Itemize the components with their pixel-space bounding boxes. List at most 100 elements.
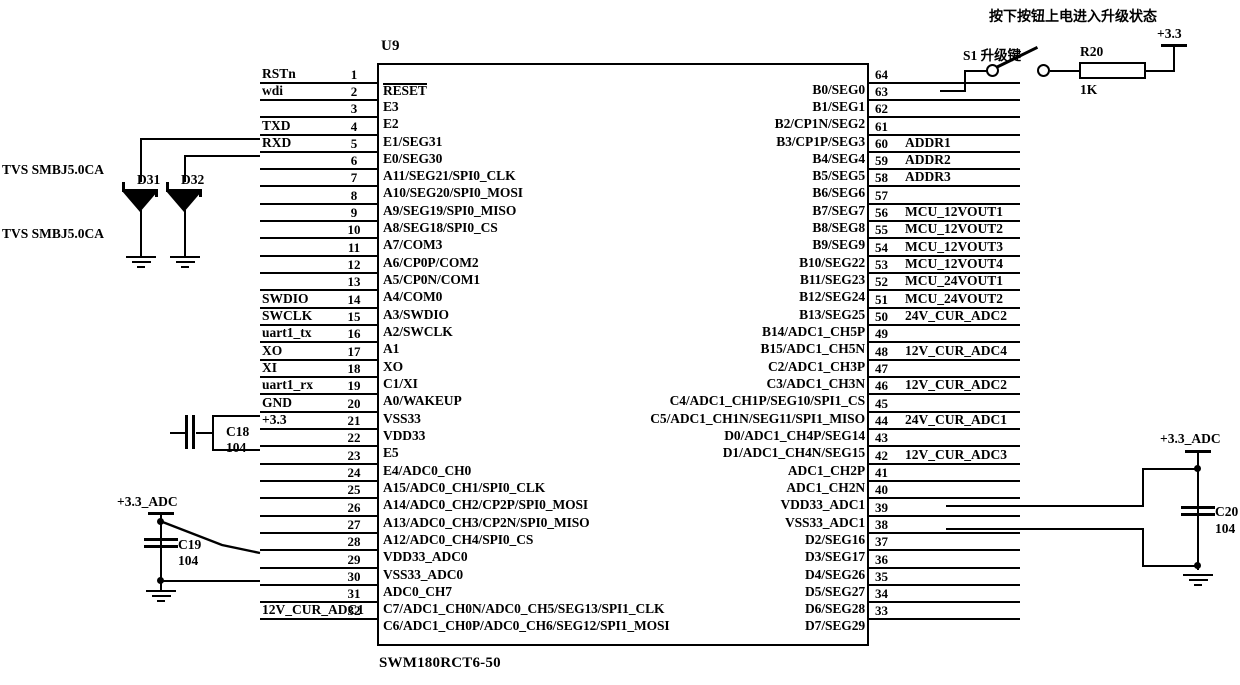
pin-name-54: B10/SEG22 bbox=[799, 254, 865, 270]
pin-number-3: 3 bbox=[350, 101, 358, 117]
wire-pin29-to-gnd bbox=[160, 580, 260, 582]
pin-number-11: 11 bbox=[347, 239, 361, 255]
pin-name-50: B14/ADC1_CH5P bbox=[762, 324, 865, 339]
pin-number-16: 16 bbox=[347, 326, 361, 342]
pin-number-12: 12 bbox=[347, 257, 361, 272]
pin-name-23: E4/ADC0_CH0 bbox=[383, 462, 472, 478]
net-label-addr3: ADDR3 bbox=[905, 169, 951, 185]
pin-name-43: D1/ADC1_CH4N/SEG15 bbox=[722, 445, 865, 461]
pin-name-10: A7/COM3 bbox=[383, 237, 443, 253]
net-label-mcu-12vout4: MCU_12VOUT4 bbox=[905, 256, 1003, 271]
pin-name-18: C1/XI bbox=[383, 375, 418, 391]
net-label-mcu-24vout1: MCU_24VOUT1 bbox=[905, 273, 1003, 289]
pin-number-59: 59 bbox=[875, 153, 888, 169]
pin-number-54: 54 bbox=[875, 239, 888, 255]
pin-name-14: A3/SWDIO bbox=[383, 306, 449, 322]
pin-name-48: C2/ADC1_CH3P bbox=[767, 358, 865, 374]
pin-name-7: A10/SEG20/SPI0_MOSI bbox=[383, 185, 523, 201]
capacitor-c20 bbox=[1181, 506, 1215, 517]
pin-name-58: B6/SEG6 bbox=[812, 185, 865, 201]
net-label-uart1-rx: uart1_rx bbox=[262, 377, 313, 393]
capacitor-c19-ref: C19 bbox=[178, 537, 202, 552]
pin-name-27: A12/ADC0_CH4/SPI0_CS bbox=[383, 531, 534, 547]
net-label-mcu-12vout3: MCU_12VOUT3 bbox=[905, 238, 1003, 254]
pin-name-17: XO bbox=[383, 358, 404, 374]
net-label--3-3: +3.3 bbox=[262, 411, 287, 427]
schematic-canvas: 按下按钮上电进入升级状态 U9 SWM180RCT6-50 1 RSTn RESET… bbox=[0, 0, 1240, 685]
power-label-vcc33-adc-right: +3.3_ADC bbox=[1160, 431, 1221, 446]
pin-name-63: B1/SEG1 bbox=[812, 98, 865, 114]
tvs-d31-value-label: TVS SMBJ5.0CA bbox=[2, 162, 105, 177]
net-label-xo: XO bbox=[262, 342, 283, 358]
wire-pin64-riser bbox=[964, 70, 966, 92]
wire-c18-left-lead bbox=[170, 432, 186, 434]
pin-number-50: 50 bbox=[875, 309, 888, 324]
pin-number-52: 52 bbox=[875, 274, 888, 290]
pin-name-61: B3/CP1P/SEG3 bbox=[776, 133, 865, 149]
pin-name-32: C6/ADC1_CH0P/ADC0_CH6/SEG12/SPI1_MOSI bbox=[383, 618, 670, 634]
pin-name-39: VSS33_ADC1 bbox=[784, 514, 865, 530]
net-label-12v-cur-adc1: 12V_CUR_ADC1 bbox=[262, 602, 364, 618]
pin-name-33: D7/SEG29 bbox=[805, 618, 865, 634]
ic-part-number: SWM180RCT6-50 bbox=[379, 655, 501, 671]
pin-number-38: 38 bbox=[875, 516, 888, 532]
pin-number-35: 35 bbox=[875, 568, 888, 584]
net-label-24v-cur-adc1: 24V_CUR_ADC1 bbox=[905, 411, 1007, 427]
pin-number-42: 42 bbox=[875, 447, 888, 463]
pin-name-49: B15/ADC1_CH5N bbox=[760, 341, 866, 357]
net-label-swdio: SWDIO bbox=[262, 290, 309, 306]
capacitor-c20-value: 104 bbox=[1215, 521, 1236, 536]
junction-dot-vcc33adc-left bbox=[157, 518, 164, 525]
pin-number-64: 64 bbox=[875, 66, 888, 82]
pin-name-9: A8/SEG18/SPI0_CS bbox=[383, 220, 498, 236]
net-label-swclk: SWCLK bbox=[262, 308, 313, 323]
pin-number-40: 40 bbox=[875, 482, 888, 498]
pin-number-34: 34 bbox=[875, 586, 888, 602]
pin-name-64: B0/SEG0 bbox=[812, 81, 865, 97]
pin-name-51: B13/SEG25 bbox=[799, 306, 865, 322]
pin-name-12: A5/CP0N/COM1 bbox=[383, 272, 481, 287]
net-label-mcu-12vout1: MCU_12VOUT1 bbox=[905, 204, 1003, 220]
wire-c18-top bbox=[212, 415, 260, 417]
pin-number-7: 7 bbox=[350, 170, 358, 186]
pin-number-41: 41 bbox=[875, 464, 888, 480]
pin-number-45: 45 bbox=[875, 395, 888, 411]
pin-name-45: C5/ADC1_CH1N/SEG11/SPI1_MISO bbox=[650, 410, 865, 426]
wire-rxd-to-d32 bbox=[184, 155, 260, 157]
pin-number-62: 62 bbox=[875, 101, 888, 117]
pin-number-30: 30 bbox=[347, 568, 361, 584]
net-label-mcu-24vout2: MCU_24VOUT2 bbox=[905, 290, 1003, 306]
pin-number-58: 58 bbox=[875, 170, 888, 186]
wire-vcc33-riser bbox=[1173, 46, 1175, 71]
wire-switch-to-r20 bbox=[1050, 70, 1080, 72]
wire-to-switch-left bbox=[964, 70, 988, 72]
pin-number-1: 1 bbox=[350, 66, 358, 82]
ic-reference-designator: U9 bbox=[381, 38, 400, 54]
pin-name-55: B9/SEG9 bbox=[812, 237, 865, 253]
wire-pin39-out bbox=[946, 505, 1144, 507]
power-rail-tick-top bbox=[1161, 44, 1187, 47]
net-label-rxd: RXD bbox=[262, 134, 292, 150]
wire-to-vcc33adc-right bbox=[1142, 468, 1200, 470]
pin-name-8: A9/SEG19/SPI0_MISO bbox=[383, 202, 517, 218]
pin-name-38: D2/SEG16 bbox=[805, 531, 865, 547]
pin-number-49: 49 bbox=[875, 326, 888, 342]
pin-name-44: D0/ADC1_CH4P/SEG14 bbox=[724, 427, 865, 443]
pin-name-29: VSS33_ADC0 bbox=[383, 566, 464, 582]
switch-s1-terminal-right[interactable] bbox=[1037, 64, 1050, 77]
pin-number-60: 60 bbox=[875, 135, 888, 151]
pin-number-23: 23 bbox=[347, 447, 361, 463]
tvs-d32-ref-label: D32 bbox=[181, 172, 205, 187]
pin-name-11: A6/CP0P/COM2 bbox=[383, 254, 479, 270]
power-label-vcc33-top: +3.3 bbox=[1157, 26, 1182, 41]
pin-number-2: 2 bbox=[350, 83, 358, 99]
pin-number-18: 18 bbox=[347, 360, 361, 376]
net-label-uart1-tx: uart1_tx bbox=[262, 325, 312, 341]
pin-number-25: 25 bbox=[347, 482, 361, 498]
pin-number-56: 56 bbox=[875, 205, 888, 221]
capacitor-c18-ref: C18 bbox=[226, 424, 250, 439]
pin-name-56: B8/SEG8 bbox=[812, 220, 865, 236]
pin-number-22: 22 bbox=[347, 430, 361, 446]
net-label-mcu-12vout2: MCU_12VOUT2 bbox=[905, 221, 1003, 237]
wire-r20-to-vcc33 bbox=[1145, 70, 1175, 72]
